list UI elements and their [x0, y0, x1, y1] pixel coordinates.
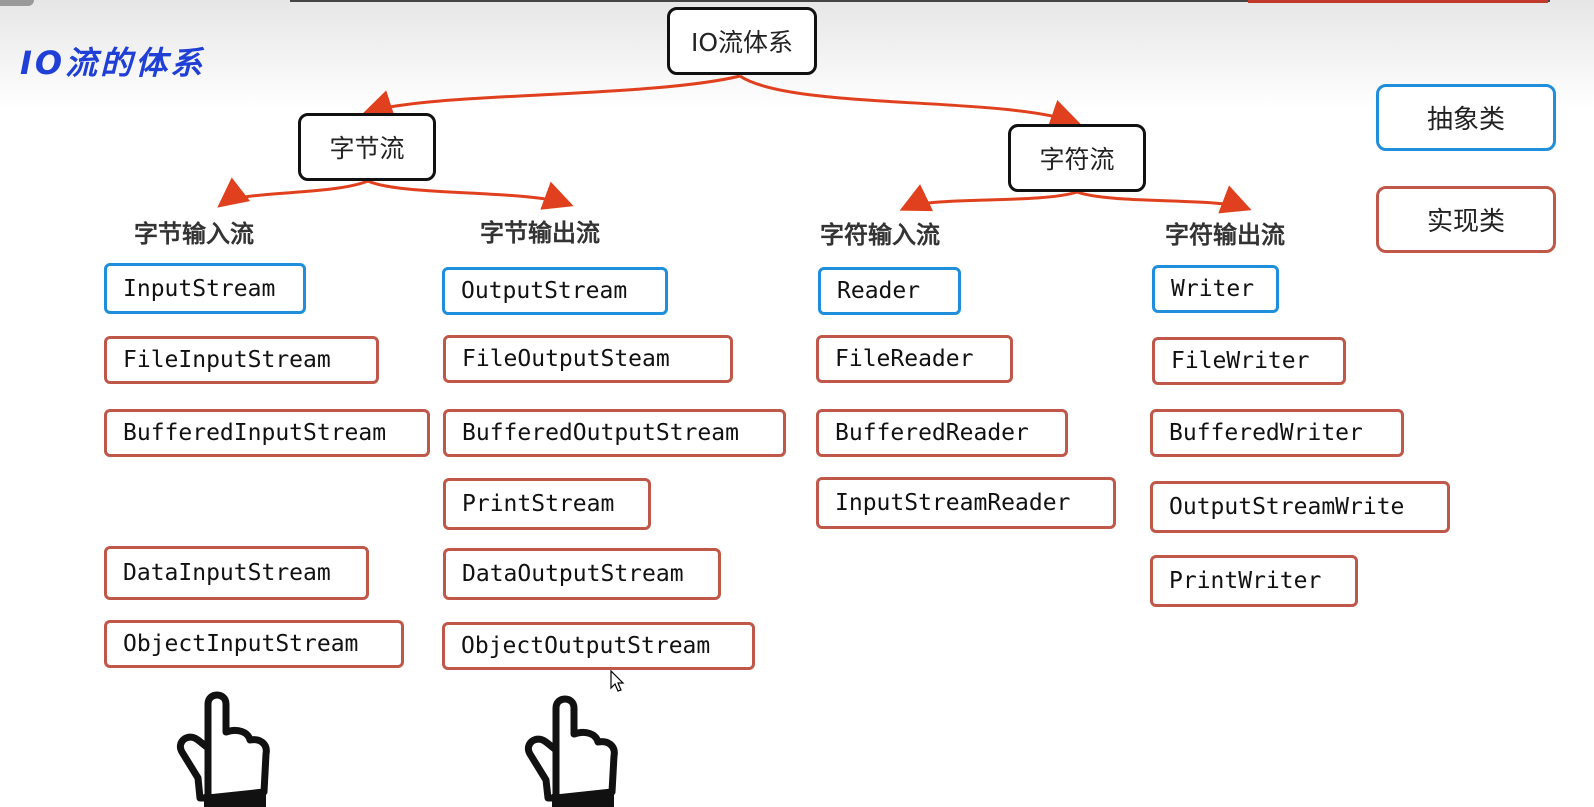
header-char-input: 字符输入流 — [820, 221, 940, 249]
arrow-byte-to-output — [367, 179, 574, 210]
arrow-char-to-input — [899, 184, 1078, 212]
pointing-hand-icon — [177, 691, 270, 807]
byte-stream-node: 字节流 — [298, 113, 436, 181]
class-box-impl: BufferedInputStream — [104, 409, 430, 457]
class-box-impl: PrintStream — [443, 478, 651, 530]
class-box-abstract: Writer — [1152, 265, 1279, 313]
class-box-impl: ObjectInputStream — [104, 620, 404, 668]
pointing-hand-icon — [525, 695, 618, 807]
connector-arrows — [217, 74, 1252, 214]
class-box-impl: InputStreamReader — [816, 477, 1116, 529]
class-box-abstract: InputStream — [104, 263, 306, 314]
mouse-cursor-icon — [610, 670, 625, 692]
class-box-impl: FileReader — [816, 335, 1013, 383]
legend-impl: 实现类 — [1376, 186, 1556, 253]
class-box-impl: BufferedOutputStream — [443, 409, 786, 457]
root-node: IO流体系 — [667, 7, 817, 75]
class-box-impl: BufferedWriter — [1150, 409, 1404, 457]
class-box-impl: PrintWriter — [1150, 555, 1358, 607]
header-byte-output: 字节输出流 — [480, 219, 600, 247]
class-box-impl: DataOutputStream — [443, 548, 721, 600]
arrow-byte-to-input — [217, 177, 369, 208]
class-box-abstract: OutputStream — [442, 267, 668, 315]
class-box-impl: FileWriter — [1152, 337, 1346, 385]
class-box-impl: DataInputStream — [104, 546, 369, 600]
class-box-impl: OutputStreamWrite — [1150, 481, 1450, 533]
class-box-impl: BufferedReader — [816, 409, 1068, 457]
class-box-impl: FileOutputSteam — [443, 335, 733, 383]
class-box-impl: ObjectOutputStream — [442, 622, 755, 670]
header-byte-input: 字节输入流 — [134, 220, 254, 248]
char-stream-node: 字符流 — [1008, 124, 1146, 192]
arrow-root-to-byte — [362, 74, 741, 119]
arrow-root-to-char — [739, 74, 1081, 129]
class-box-impl: FileInputStream — [104, 336, 379, 384]
header-char-output: 字符输出流 — [1165, 221, 1285, 249]
arrow-char-to-output — [1076, 185, 1252, 214]
class-box-abstract: Reader — [818, 267, 961, 315]
legend-abstract: 抽象类 — [1376, 84, 1556, 151]
